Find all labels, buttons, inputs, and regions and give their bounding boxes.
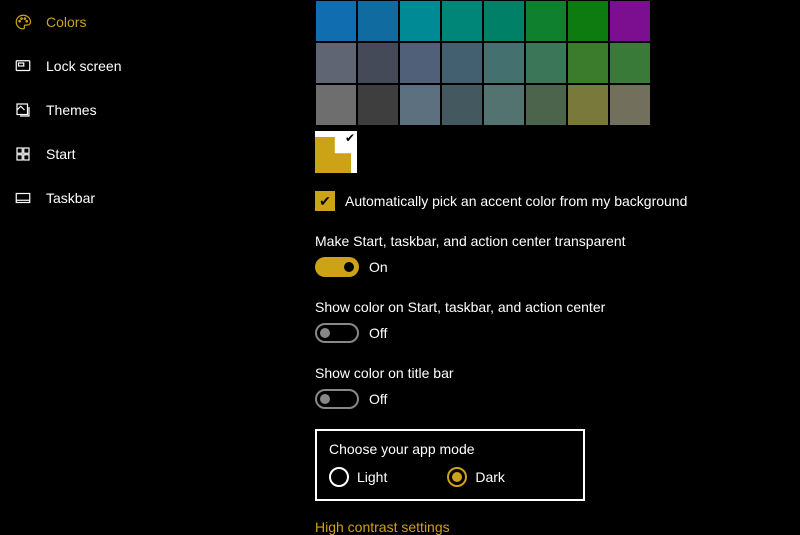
show-color-title-label: Show color on title bar xyxy=(315,365,800,381)
color-swatch[interactable] xyxy=(357,42,399,84)
color-swatch[interactable] xyxy=(483,42,525,84)
color-swatch[interactable] xyxy=(567,0,609,42)
lock-screen-icon xyxy=(14,57,32,75)
auto-accent-row: ✔ Automatically pick an accent color fro… xyxy=(315,191,800,211)
sidebar: Colors Lock screen Themes Start Taskbar xyxy=(0,0,240,220)
color-swatch[interactable] xyxy=(609,42,651,84)
taskbar-icon xyxy=(14,189,32,207)
sidebar-item-taskbar[interactable]: Taskbar xyxy=(0,176,240,220)
color-swatch[interactable] xyxy=(483,84,525,126)
transparency-toggle[interactable]: On xyxy=(315,257,800,277)
settings-content: ✔ ✔ Automatically pick an accent color f… xyxy=(315,0,800,535)
sidebar-item-label: Themes xyxy=(46,102,97,118)
color-swatch[interactable] xyxy=(399,0,441,42)
color-swatch[interactable] xyxy=(609,0,651,42)
radio-label: Dark xyxy=(475,469,505,485)
app-mode-label: Choose your app mode xyxy=(329,441,571,457)
color-swatch[interactable] xyxy=(441,0,483,42)
color-swatch[interactable] xyxy=(483,0,525,42)
app-mode-group: Choose your app mode Light Dark xyxy=(315,429,585,501)
sidebar-item-colors[interactable]: Colors xyxy=(0,0,240,44)
sidebar-item-start[interactable]: Start xyxy=(0,132,240,176)
color-swatch[interactable] xyxy=(525,42,567,84)
app-mode-light-radio[interactable]: Light xyxy=(329,467,387,487)
toggle-state-label: Off xyxy=(369,325,387,341)
checkmark-icon: ✔ xyxy=(345,131,355,145)
sidebar-item-label: Start xyxy=(46,146,76,162)
color-swatch[interactable] xyxy=(525,0,567,42)
color-swatch[interactable] xyxy=(399,42,441,84)
palette-icon xyxy=(14,13,32,31)
high-contrast-link[interactable]: High contrast settings xyxy=(315,519,450,535)
color-swatch[interactable] xyxy=(357,0,399,42)
radio-label: Light xyxy=(357,469,387,485)
show-color-start-label: Show color on Start, taskbar, and action… xyxy=(315,299,800,315)
show-color-title-toggle[interactable]: Off xyxy=(315,389,800,409)
color-swatch[interactable] xyxy=(567,84,609,126)
auto-accent-checkbox[interactable]: ✔ xyxy=(315,191,335,211)
themes-icon xyxy=(14,101,32,119)
app-mode-dark-radio[interactable]: Dark xyxy=(447,467,505,487)
toggle-state-label: On xyxy=(369,259,388,275)
sidebar-item-themes[interactable]: Themes xyxy=(0,88,240,132)
color-swatch[interactable] xyxy=(315,0,357,42)
auto-accent-label: Automatically pick an accent color from … xyxy=(345,193,687,209)
sidebar-item-lock-screen[interactable]: Lock screen xyxy=(0,44,240,88)
color-swatch[interactable] xyxy=(315,84,357,126)
toggle-state-label: Off xyxy=(369,391,387,407)
color-swatch[interactable] xyxy=(441,42,483,84)
sidebar-item-label: Colors xyxy=(46,14,86,30)
color-swatch[interactable] xyxy=(441,84,483,126)
accent-color-grid xyxy=(315,0,800,126)
sidebar-item-label: Lock screen xyxy=(46,58,121,74)
show-color-start-toggle[interactable]: Off xyxy=(315,323,800,343)
color-swatch[interactable] xyxy=(567,42,609,84)
color-swatch[interactable] xyxy=(399,84,441,126)
color-swatch[interactable] xyxy=(609,84,651,126)
start-icon xyxy=(14,145,32,163)
selected-accent-swatch[interactable]: ✔ xyxy=(315,131,357,173)
color-swatch[interactable] xyxy=(357,84,399,126)
color-swatch[interactable] xyxy=(525,84,567,126)
color-swatch[interactable] xyxy=(315,42,357,84)
sidebar-item-label: Taskbar xyxy=(46,190,95,206)
transparency-label: Make Start, taskbar, and action center t… xyxy=(315,233,800,249)
